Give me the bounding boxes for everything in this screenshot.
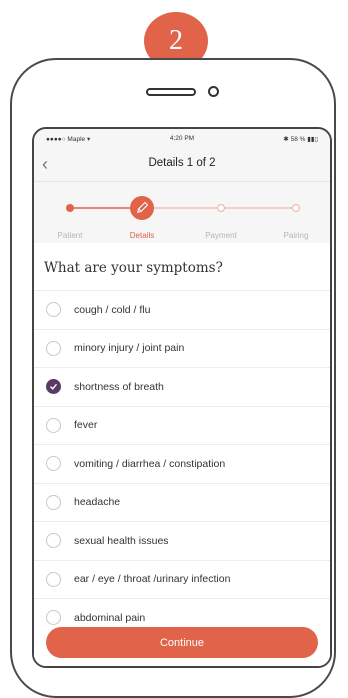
symptom-label: abdominal pain <box>74 611 146 624</box>
step-label-details: Details <box>129 231 155 240</box>
symptom-label: headache <box>74 496 121 509</box>
symptom-label: cough / cold / flu <box>74 303 151 316</box>
nav-bar: ‹ Details 1 of 2 <box>34 149 330 182</box>
phone-screen: ●●●●○ Maple ▾ 4:20 PM ✱ 58 % ▮▮▯ ‹ Detai… <box>32 127 332 668</box>
step-dot-details[interactable] <box>130 196 154 220</box>
step-label-pairing: Pairing <box>283 231 309 240</box>
progress-stepper: Patient Details Payment Pairing <box>34 182 330 242</box>
phone-camera <box>208 86 219 97</box>
symptom-options-list: cough / cold / flu minory injury / joint… <box>34 290 330 637</box>
step-dot-pairing[interactable] <box>291 203 301 213</box>
radio-button[interactable] <box>46 494 61 510</box>
step-dot-patient[interactable] <box>66 204 74 212</box>
battery-indicator: ✱ 58 % ▮▮▯ <box>283 136 318 143</box>
phone-speaker <box>146 88 196 96</box>
radio-button[interactable] <box>46 571 61 587</box>
symptom-option[interactable]: sexual health issues <box>34 521 330 560</box>
radio-button[interactable] <box>46 379 61 395</box>
symptom-label: ear / eye / throat /urinary infection <box>74 573 231 586</box>
continue-button[interactable]: Continue <box>46 627 318 658</box>
page-title: Details 1 of 2 <box>148 157 216 169</box>
radio-button[interactable] <box>46 302 61 318</box>
question-heading: What are your symptoms? <box>44 260 223 276</box>
symptom-label: sexual health issues <box>74 534 169 547</box>
symptom-label: shortness of breath <box>74 380 164 393</box>
symptom-option[interactable]: cough / cold / flu <box>34 290 330 329</box>
symptom-option[interactable]: fever <box>34 405 330 445</box>
symptom-option[interactable]: vomiting / diarrhea / constipation <box>34 444 330 483</box>
radio-button[interactable] <box>46 456 61 472</box>
symptom-option[interactable]: shortness of breath <box>34 367 330 406</box>
symptom-label: fever <box>74 419 98 432</box>
radio-button[interactable] <box>46 417 61 433</box>
symptom-option[interactable]: headache <box>34 482 330 522</box>
status-bar: ●●●●○ Maple ▾ 4:20 PM ✱ 58 % ▮▮▯ <box>34 129 330 149</box>
radio-button[interactable] <box>46 533 61 549</box>
symptom-label: minory injury / joint pain <box>74 342 185 355</box>
radio-button[interactable] <box>46 340 61 356</box>
symptom-label: vomiting / diarrhea / constipation <box>74 457 226 470</box>
step-dot-payment[interactable] <box>216 203 226 213</box>
symptom-option[interactable]: ear / eye / throat /urinary infection <box>34 559 330 599</box>
step-label-patient: Patient <box>57 231 83 240</box>
step-label-payment: Payment <box>205 231 237 240</box>
symptoms-form: What are your symptoms? cough / cold / f… <box>34 243 330 666</box>
symptom-option[interactable]: minory injury / joint pain <box>34 328 330 368</box>
